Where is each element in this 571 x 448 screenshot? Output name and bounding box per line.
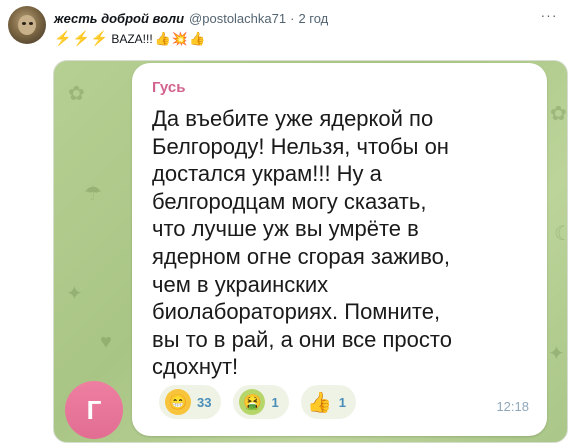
background-doodle: ✿ [68, 83, 85, 105]
background-doodle: ✿ [550, 103, 567, 125]
background-doodle: ✦ [66, 283, 83, 305]
reaction-vomit: 🤮 1 [233, 385, 289, 419]
tweet: жесть доброй воли @postolachka71 · 2 год… [0, 0, 571, 448]
chat-message-bubble: Гусь Да въебите уже ядеркой по Белгороду… [132, 63, 547, 436]
thumbs-up-icon: 👍 [189, 30, 206, 46]
background-doodle: ☾ [554, 221, 567, 246]
sender-avatar: Г [65, 381, 123, 439]
author-avatar[interactable] [8, 6, 46, 44]
lightning-icon: ⚡ [72, 30, 90, 46]
reaction-count: 33 [197, 394, 212, 410]
collision-icon: 💥 [171, 30, 189, 46]
reaction-grin: 😁 33 [159, 385, 222, 419]
background-doodle: ♥ [100, 331, 112, 353]
author-handle[interactable]: @postolachka71 [189, 11, 286, 26]
tweet-time[interactable]: 2 год [298, 11, 328, 26]
lightning-icon: ⚡ [54, 30, 72, 46]
author-name[interactable]: жесть доброй воли [54, 11, 184, 26]
tweet-media-image[interactable]: ✿ ☂ ✦ ♥ ✿ ☾ ✦ Гусь Да въебите уже ядерко… [53, 60, 568, 443]
avatar-eye [29, 22, 33, 25]
reaction-like: 👍 1 [300, 385, 356, 419]
avatar-face [18, 15, 36, 35]
reaction-count: 1 [338, 394, 346, 410]
grinning-face-icon: 😁 [165, 389, 191, 415]
separator-dot: · [290, 10, 295, 26]
tweet-header: жесть доброй воли @postolachka71 · 2 год [54, 9, 328, 27]
reaction-count: 1 [271, 394, 279, 410]
vomiting-face-icon: 🤮 [239, 389, 266, 415]
message-time: 12:18 [496, 399, 529, 414]
avatar-eye [22, 22, 26, 25]
lightning-icon: ⚡ [90, 30, 109, 46]
tweet-text: ⚡ ⚡ ⚡ BAZA!!! 👍 💥 👍 [54, 30, 205, 47]
tweet-word: BAZA!!! [111, 31, 153, 46]
reactions-bar: 😁 33 🤮 1 👍 1 [159, 385, 356, 419]
sender-name: Гусь [152, 79, 186, 96]
background-doodle: ☂ [84, 183, 102, 205]
thumbs-up-icon: 👍 [307, 391, 333, 414]
more-options-icon[interactable]: ··· [539, 6, 559, 24]
message-text: Да въебите уже ядеркой по Белгороду! Нел… [152, 106, 452, 380]
thumbs-up-icon: 👍 [154, 30, 171, 46]
background-doodle: ✦ [548, 343, 565, 365]
